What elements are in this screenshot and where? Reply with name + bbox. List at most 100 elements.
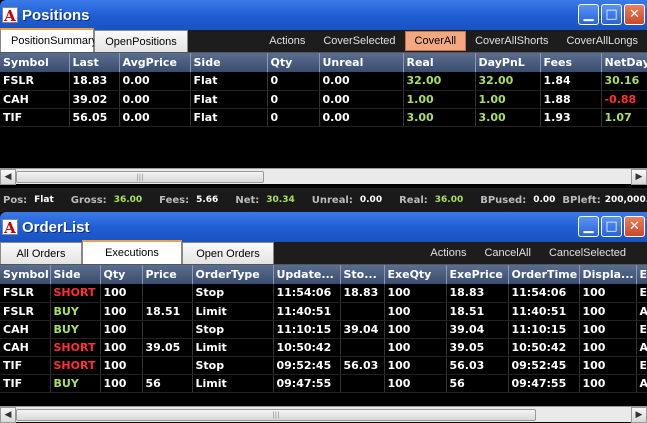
column-header[interactable]: DayPnL <box>475 53 541 72</box>
column-header[interactable]: ExePrice <box>446 265 509 284</box>
close-button[interactable]: ✕ <box>624 216 645 237</box>
table-cell: Flat <box>190 72 268 91</box>
tab-all-orders[interactable]: All Orders <box>0 242 82 264</box>
table-row[interactable]: FSLR BUY 100 18.51 Limit 11:40:51 100 18.51 11:4… <box>0 302 647 321</box>
cancel-selected-button[interactable]: CancelSelected <box>540 243 635 263</box>
positions-tabbar: PositionSummary OpenPositions Actions Co… <box>0 28 647 53</box>
fees-label: Fees: <box>159 194 190 206</box>
tab-open-orders[interactable]: Open Orders <box>182 242 274 264</box>
column-header[interactable]: NetDay <box>601 53 647 72</box>
table-cell: 3.00 <box>403 108 476 127</box>
maximize-button[interactable]: □ <box>601 4 622 25</box>
table-cell: 0 <box>267 72 320 91</box>
table-cell: CAH <box>0 320 51 339</box>
column-header[interactable]: Last <box>69 53 120 72</box>
unreal-value: 0.00 <box>359 195 383 205</box>
actions-menu[interactable]: Actions <box>260 31 314 51</box>
column-header[interactable]: Price <box>142 265 193 284</box>
column-header[interactable]: Qty <box>100 265 143 284</box>
tab-position-summary[interactable]: PositionSummary <box>0 28 97 52</box>
minimize-icon: ▁ <box>583 219 594 234</box>
scroll-right-icon[interactable]: ▶ <box>631 168 647 185</box>
table-row[interactable]: TIF 56.05 0.00 Flat 0 0.00 3.00 3.00 1.93 1.07 <box>0 108 647 127</box>
column-header[interactable]: Update... <box>273 265 341 284</box>
table-cell: 100 <box>579 356 637 375</box>
table-cell: 30.16 <box>601 72 647 91</box>
app-logo-icon: A <box>2 7 18 24</box>
scroll-thumb[interactable]: ||| <box>16 170 264 183</box>
table-cell: 09:52:45 <box>273 356 341 375</box>
table-cell: 09:47:55 <box>273 374 341 393</box>
column-header[interactable]: Displa... <box>579 265 637 284</box>
table-cell: 100 <box>579 320 637 339</box>
column-header[interactable]: Side <box>190 53 268 72</box>
table-cell: 1.88 <box>540 90 602 109</box>
cancel-all-button[interactable]: CancelAll <box>475 243 539 263</box>
tab-executions[interactable]: Executions <box>82 240 182 264</box>
executions-table: Symbol Side Qty Price OrderType Update... Sto.… <box>0 265 647 393</box>
table-row[interactable]: CAH 39.02 0.00 Flat 0 0.00 1.00 1.00 1.88 -0.88 <box>0 90 647 109</box>
column-header[interactable]: OrderType <box>192 265 274 284</box>
pos-value: Flat <box>34 195 54 205</box>
minimize-button[interactable]: ▁ <box>578 216 599 237</box>
table-cell: 39.04 <box>446 320 509 339</box>
table-cell <box>340 338 385 357</box>
column-header[interactable]: Sto... <box>340 265 385 284</box>
scroll-thumb[interactable]: ||| <box>16 408 536 421</box>
column-header[interactable]: ExeQty <box>384 265 447 284</box>
actions-menu[interactable]: Actions <box>421 243 475 263</box>
scroll-left-icon[interactable]: ◀ <box>0 406 16 423</box>
table-cell: 39.02 <box>69 90 120 109</box>
table-cell: 10:50:42 <box>273 338 341 357</box>
column-header[interactable]: Symbol <box>0 53 70 72</box>
positions-window: A Positions ▁ □ ✕ PositionSummary OpenPo… <box>0 0 647 188</box>
column-header[interactable]: OrderTime <box>508 265 580 284</box>
table-cell: 11:40:51 <box>508 302 580 321</box>
positions-titlebar[interactable]: A Positions ▁ □ ✕ <box>0 0 647 30</box>
table-cell: TIF <box>0 108 70 127</box>
scroll-left-icon[interactable]: ◀ <box>0 168 16 185</box>
column-header[interactable]: Side <box>50 265 101 284</box>
table-cell: 32.00 <box>403 72 476 91</box>
close-icon: ✕ <box>629 219 640 234</box>
column-header[interactable]: Real <box>403 53 476 72</box>
tab-open-positions[interactable]: OpenPositions <box>94 30 188 52</box>
maximize-button[interactable]: □ <box>601 216 622 237</box>
table-cell: 0.00 <box>119 90 191 109</box>
orderlist-titlebar[interactable]: A OrderList ▁ □ ✕ <box>0 212 647 242</box>
table-row[interactable]: TIF SHORT 100 Stop 09:52:45 56.03 100 56.03 09:5… <box>0 356 647 375</box>
table-cell: E <box>636 356 647 375</box>
column-header[interactable]: E <box>636 265 647 284</box>
column-header[interactable]: Fees <box>540 53 602 72</box>
cover-all-longs-button[interactable]: CoverAllLongs <box>557 31 647 51</box>
table-cell: A <box>636 302 647 321</box>
orderlist-horizontal-scrollbar[interactable]: ◀ ||| ▶ <box>0 406 647 423</box>
table-row[interactable]: FSLR SHORT 100 Stop 11:54:06 18.83 100 18.83 11:… <box>0 284 647 303</box>
column-header[interactable]: Symbol <box>0 265 51 284</box>
column-header[interactable]: AvgPrice <box>119 53 191 72</box>
table-row[interactable]: CAH SHORT 100 39.05 Limit 10:50:42 100 39.05 10:… <box>0 338 647 357</box>
scroll-right-icon[interactable]: ▶ <box>631 406 647 423</box>
table-cell <box>340 374 385 393</box>
cover-all-button[interactable]: CoverAll <box>404 31 467 51</box>
minimize-button[interactable]: ▁ <box>578 4 599 25</box>
pos-label: Pos: <box>3 194 28 206</box>
column-header[interactable]: Qty <box>267 53 320 72</box>
table-cell: Limit <box>192 338 274 357</box>
column-header[interactable]: Unreal <box>319 53 404 72</box>
bpleft-label: BPleft: <box>562 194 601 206</box>
cover-selected-button[interactable]: CoverSelected <box>314 31 404 51</box>
close-button[interactable]: ✕ <box>624 4 645 25</box>
table-cell: 100 <box>100 374 143 393</box>
table-cell: 09:52:45 <box>508 356 580 375</box>
cover-all-shorts-button[interactable]: CoverAllShorts <box>466 31 557 51</box>
positions-horizontal-scrollbar[interactable]: ◀ ||| ▶ <box>0 168 647 185</box>
table-cell: 32.00 <box>475 72 541 91</box>
table-cell: 1.00 <box>403 90 476 109</box>
table-row[interactable]: TIF BUY 100 56 Limit 09:47:55 100 56 09:47:55 100… <box>0 374 647 393</box>
table-cell: FSLR <box>0 284 51 303</box>
table-cell: 39.05 <box>446 338 509 357</box>
table-row[interactable]: CAH BUY 100 Stop 11:10:15 39.04 100 39.04 11:10:… <box>0 320 647 339</box>
table-row[interactable]: FSLR 18.83 0.00 Flat 0 0.00 32.00 32.00 1.84 30.1… <box>0 72 647 91</box>
table-cell: CAH <box>0 338 51 357</box>
